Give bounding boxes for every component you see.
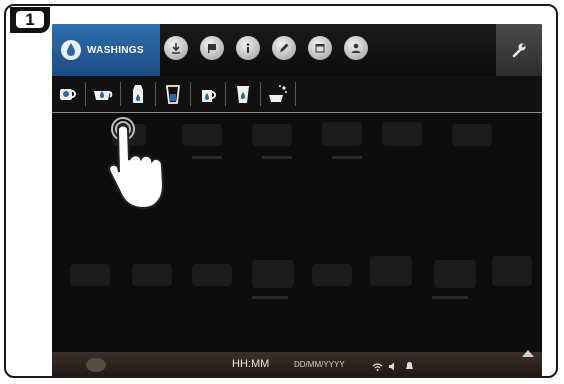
dimmed-item xyxy=(312,264,352,286)
dimmed-text xyxy=(262,156,292,159)
dimmed-item xyxy=(70,264,110,286)
milk-carton-icon[interactable] xyxy=(124,80,156,108)
wrench-icon xyxy=(512,43,526,58)
glass-drop-icon[interactable] xyxy=(229,80,261,108)
dimmed-item xyxy=(322,122,362,146)
status-time: HH:MM xyxy=(232,358,270,370)
top-bar: WASHINGS xyxy=(52,24,542,76)
tab-washings-label: WASHINGS xyxy=(87,44,144,56)
hand-pointer-icon xyxy=(108,117,165,210)
dimmed-item xyxy=(192,264,232,286)
dimmed-text xyxy=(432,296,468,299)
water-drop-icon xyxy=(61,40,81,60)
cup-drop-icon[interactable] xyxy=(89,80,121,108)
coffee-cup-wash-icon[interactable] xyxy=(54,80,86,108)
washing-type-bar xyxy=(52,76,542,113)
status-bar: HH:MM DD/MM/YYYY xyxy=(52,350,542,378)
glass-icon[interactable] xyxy=(159,80,191,108)
download-icon[interactable] xyxy=(164,36,188,60)
step-number: 1 xyxy=(14,9,46,30)
pencil-icon[interactable] xyxy=(272,36,296,60)
top-icon-row xyxy=(164,36,380,60)
dimmed-item xyxy=(452,124,492,146)
dimmed-text xyxy=(192,156,222,159)
step-badge: 1 xyxy=(10,7,50,33)
flag-icon[interactable] xyxy=(200,36,224,60)
dimmed-item xyxy=(252,124,292,146)
chevron-up-icon[interactable] xyxy=(522,350,534,357)
home-button[interactable] xyxy=(86,358,106,372)
device-screen: WASHINGS HH:MM DD/MM/YYYY xyxy=(52,24,542,378)
dimmed-item xyxy=(434,260,476,288)
status-date: DD/MM/YYYY xyxy=(294,360,345,369)
status-icons xyxy=(372,359,420,371)
dimmed-text xyxy=(332,156,362,159)
bell-icon xyxy=(404,359,415,370)
dimmed-item xyxy=(492,256,532,286)
sound-icon xyxy=(388,359,399,371)
cleaning-sparkle-icon[interactable] xyxy=(264,80,296,108)
dimmed-text xyxy=(252,296,288,299)
info-icon[interactable] xyxy=(236,36,260,60)
dimmed-item xyxy=(182,124,222,146)
dimmed-item xyxy=(382,122,422,146)
wifi-icon xyxy=(372,359,383,371)
dimmed-item xyxy=(252,260,294,288)
tab-washings[interactable]: WASHINGS xyxy=(52,24,160,76)
dimmed-item xyxy=(132,264,172,286)
washing-type-icons xyxy=(54,80,299,108)
user-icon[interactable] xyxy=(344,36,368,60)
calendar-icon[interactable] xyxy=(308,36,332,60)
settings-button[interactable] xyxy=(496,24,542,76)
dimmed-item xyxy=(370,256,412,286)
milk-jug-icon[interactable] xyxy=(194,80,226,108)
